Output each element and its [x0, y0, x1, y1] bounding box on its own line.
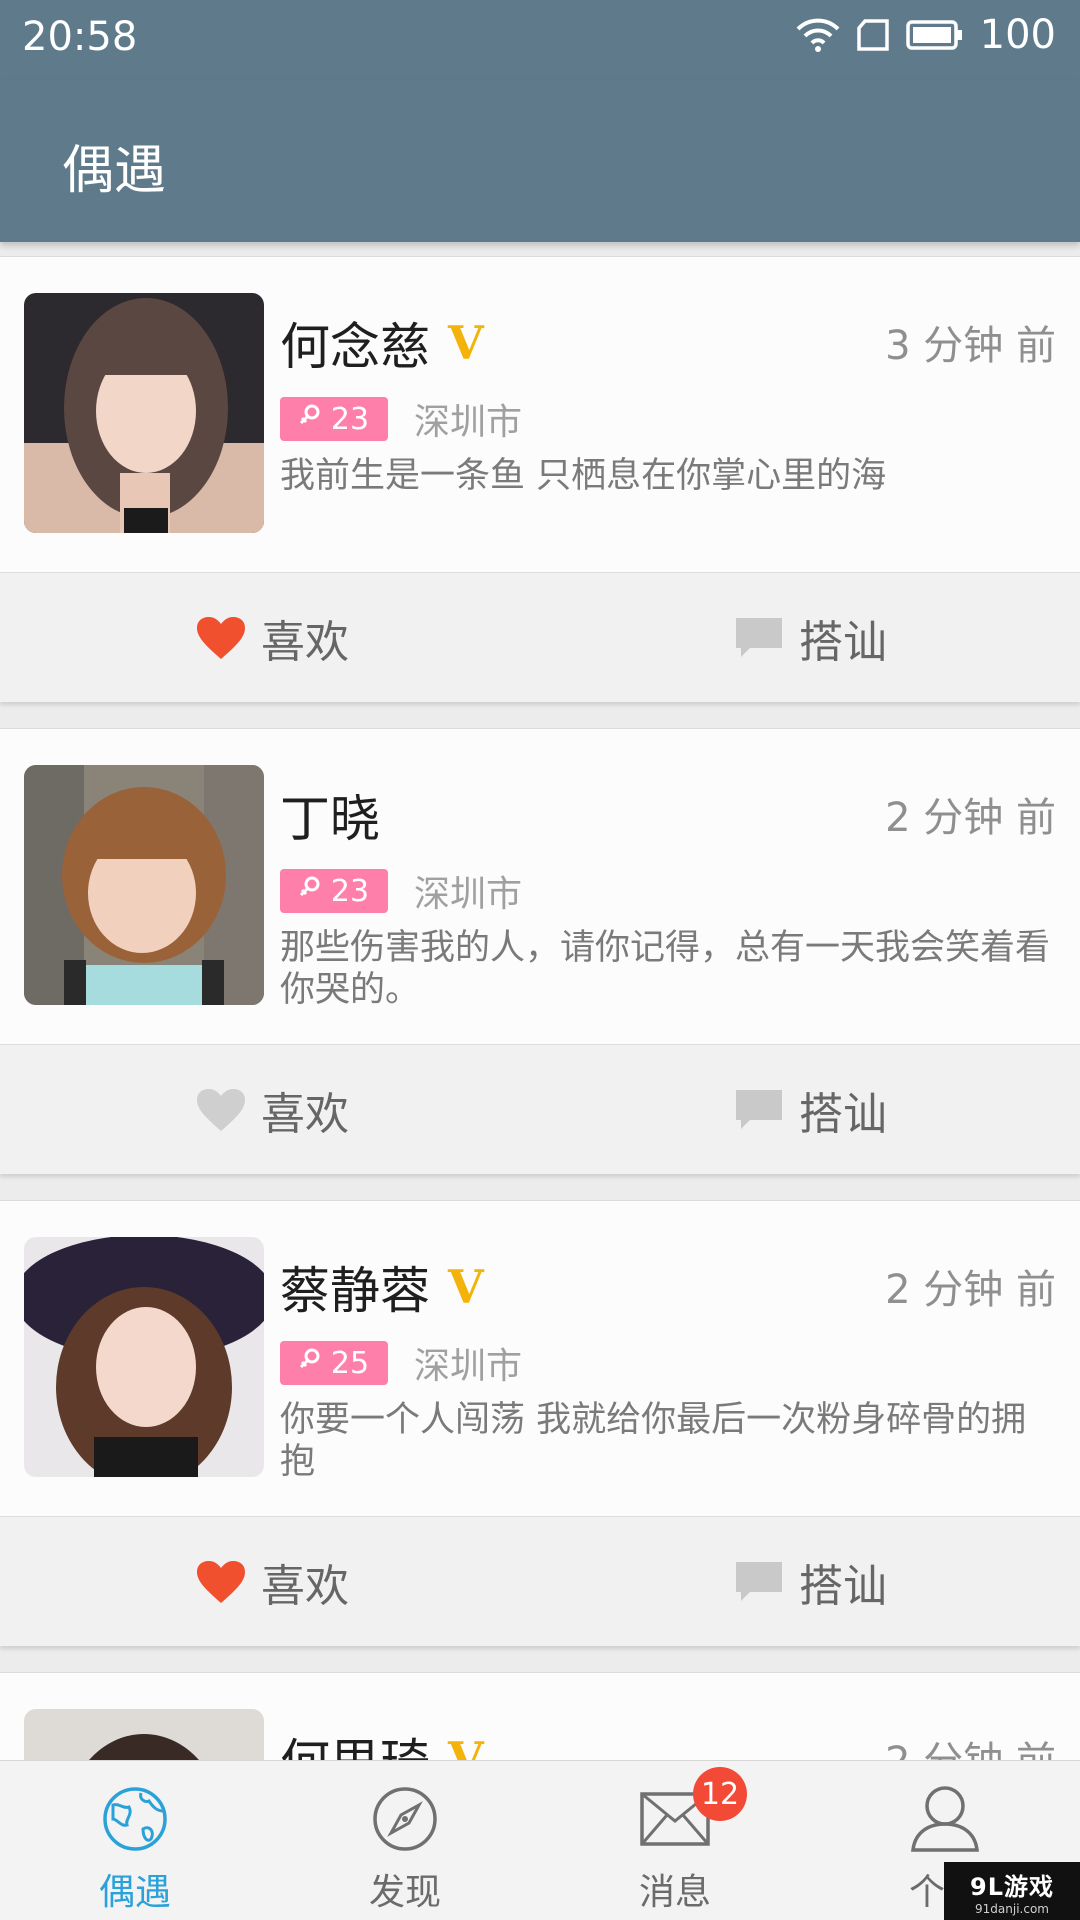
tab-discover[interactable]: 发现: [270, 1761, 540, 1920]
bottom-tab-bar: 偶遇 发现 12 消息 个人: [0, 1760, 1080, 1920]
tab-label: 消息: [638, 1872, 711, 1913]
person-icon: [909, 1779, 981, 1859]
post-time: 2 分钟 前: [885, 1267, 1056, 1313]
user-city: 深圳市: [414, 1346, 523, 1387]
user-age: 25: [330, 1345, 370, 1381]
tab-encounter[interactable]: 偶遇: [0, 1761, 270, 1920]
post-time: 2 分钟 前: [885, 1729, 1056, 1760]
heart-icon: [195, 1087, 247, 1133]
avatar[interactable]: [24, 1237, 264, 1477]
chat-up-button[interactable]: 搭讪: [733, 1517, 887, 1647]
watermark-logo: 9L游戏: [970, 1872, 1054, 1901]
user-card[interactable]: 丁晓 2 分钟 前 23 深圳市 那些伤害我的人，请你记得，总有一天我会笑着看你…: [0, 728, 1080, 1174]
mail-icon: 12: [639, 1767, 747, 1859]
page-title: 偶遇: [62, 141, 167, 201]
user-name: 何念慈: [280, 318, 430, 376]
post-time: 2 分钟 前: [885, 795, 1056, 841]
tab-messages[interactable]: 12 消息: [540, 1761, 810, 1920]
gender-age-badge: 25: [280, 1341, 388, 1385]
battery-icon: [905, 19, 964, 51]
status-time: 20:58: [22, 14, 138, 60]
user-card[interactable]: 蔡静蓉 V 2 分钟 前 25 深圳市 你要一个人闯荡 我就给你最后一次粉身碎骨…: [0, 1200, 1080, 1646]
globe-icon: [101, 1779, 169, 1859]
female-icon: [299, 1346, 321, 1381]
user-name: 何思琦: [280, 1723, 430, 1760]
user-card-info[interactable]: 蔡静蓉 V 2 分钟 前 25 深圳市 你要一个人闯荡 我就给你最后一次粉身碎骨…: [0, 1201, 1080, 1516]
post-time: 3 分钟 前: [885, 323, 1056, 369]
status-bar: 20:58 100: [0, 0, 1080, 80]
user-city: 深圳市: [414, 874, 523, 915]
card-actions: 喜欢 搭讪: [0, 572, 1080, 702]
user-meta: 23 深圳市: [280, 393, 522, 445]
compass-icon: [371, 1779, 439, 1859]
tab-label: 发现: [368, 1872, 441, 1913]
user-meta: 25 深圳市: [280, 1337, 522, 1389]
user-bio: 我前生是一条鱼 只栖息在你掌心里的海: [280, 456, 887, 496]
user-bio: 那些伤害我的人，请你记得，总有一天我会笑着看你哭的。: [280, 928, 1051, 1010]
user-bio: 你要一个人闯荡 我就给你最后一次粉身碎骨的拥抱: [280, 1400, 1027, 1482]
chat-up-label: 搭讪: [799, 617, 887, 668]
user-name-row: 蔡静蓉 V: [280, 1251, 484, 1323]
app-bar: 偶遇: [0, 80, 1080, 242]
like-label: 喜欢: [261, 1561, 349, 1612]
user-card-info[interactable]: 何念慈 V 3 分钟 前 23 深圳市 我前生是一条鱼 只栖息在你掌心里的海: [0, 257, 1080, 572]
chat-up-label: 搭讪: [799, 1561, 887, 1612]
sim-card-icon: [856, 19, 890, 51]
tab-label: 偶遇: [98, 1872, 171, 1913]
watermark-url: 91danji.com: [975, 1901, 1049, 1916]
unread-badge: 12: [693, 1767, 747, 1821]
user-age: 23: [330, 401, 370, 437]
like-button[interactable]: 喜欢: [195, 573, 349, 703]
like-button[interactable]: 喜欢: [195, 1045, 349, 1175]
user-age: 23: [330, 873, 370, 909]
user-name: 蔡静蓉: [280, 1262, 430, 1320]
chat-up-button[interactable]: 搭讪: [733, 573, 887, 703]
like-label: 喜欢: [261, 617, 349, 668]
like-label: 喜欢: [261, 1089, 349, 1140]
status-icons: 100: [796, 12, 1056, 58]
user-name-row: 何思琦 V: [280, 1723, 484, 1760]
chat-bubble-icon: [733, 615, 785, 661]
user-card[interactable]: 何念慈 V 3 分钟 前 23 深圳市 我前生是一条鱼 只栖息在你掌心里的海 喜…: [0, 256, 1080, 702]
wifi-icon: [796, 17, 840, 53]
female-icon: [299, 402, 321, 437]
chat-up-button[interactable]: 搭讪: [733, 1045, 887, 1175]
gender-age-badge: 23: [280, 869, 388, 913]
like-button[interactable]: 喜欢: [195, 1517, 349, 1647]
battery-level: 100: [979, 12, 1056, 58]
verified-badge: V: [448, 1732, 484, 1760]
female-icon: [299, 874, 321, 909]
encounter-feed[interactable]: 何念慈 V 3 分钟 前 23 深圳市 我前生是一条鱼 只栖息在你掌心里的海 喜…: [0, 242, 1080, 1760]
heart-icon: [195, 615, 247, 661]
avatar[interactable]: [24, 1709, 264, 1760]
user-name-row: 丁晓: [280, 779, 380, 851]
card-actions: 喜欢 搭讪: [0, 1516, 1080, 1646]
user-card[interactable]: 何思琦 V 2 分钟 前: [0, 1672, 1080, 1760]
user-card-info[interactable]: 何思琦 V 2 分钟 前: [0, 1673, 1080, 1760]
user-meta: 23 深圳市: [280, 865, 522, 917]
chat-bubble-icon: [733, 1559, 785, 1605]
verified-badge: V: [448, 316, 484, 370]
heart-icon: [195, 1559, 247, 1605]
user-name: 丁晓: [280, 790, 380, 848]
card-actions: 喜欢 搭讪: [0, 1044, 1080, 1174]
avatar[interactable]: [24, 293, 264, 533]
site-watermark: 9L游戏 91danji.com: [944, 1862, 1080, 1920]
user-card-info[interactable]: 丁晓 2 分钟 前 23 深圳市 那些伤害我的人，请你记得，总有一天我会笑着看你…: [0, 729, 1080, 1044]
user-city: 深圳市: [414, 402, 523, 443]
avatar[interactable]: [24, 765, 264, 1005]
chat-up-label: 搭讪: [799, 1089, 887, 1140]
chat-bubble-icon: [733, 1087, 785, 1133]
verified-badge: V: [448, 1260, 484, 1314]
user-name-row: 何念慈 V: [280, 307, 484, 379]
gender-age-badge: 23: [280, 397, 388, 441]
